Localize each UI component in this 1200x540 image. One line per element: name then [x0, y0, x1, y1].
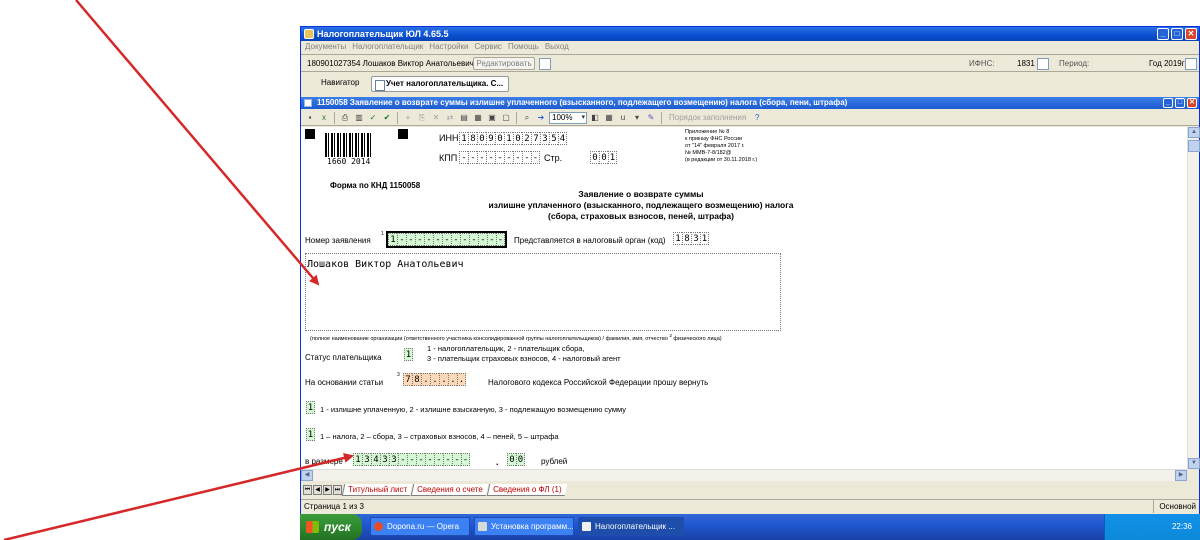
- arrow-to-amount-field: [3, 453, 354, 540]
- arrow-to-name-field: [75, 0, 320, 286]
- screen: Налогоплательщик ЮЛ 4.65.5 _ □ ✕ Докумен…: [0, 0, 1200, 540]
- annotation-arrows: [3, 0, 354, 540]
